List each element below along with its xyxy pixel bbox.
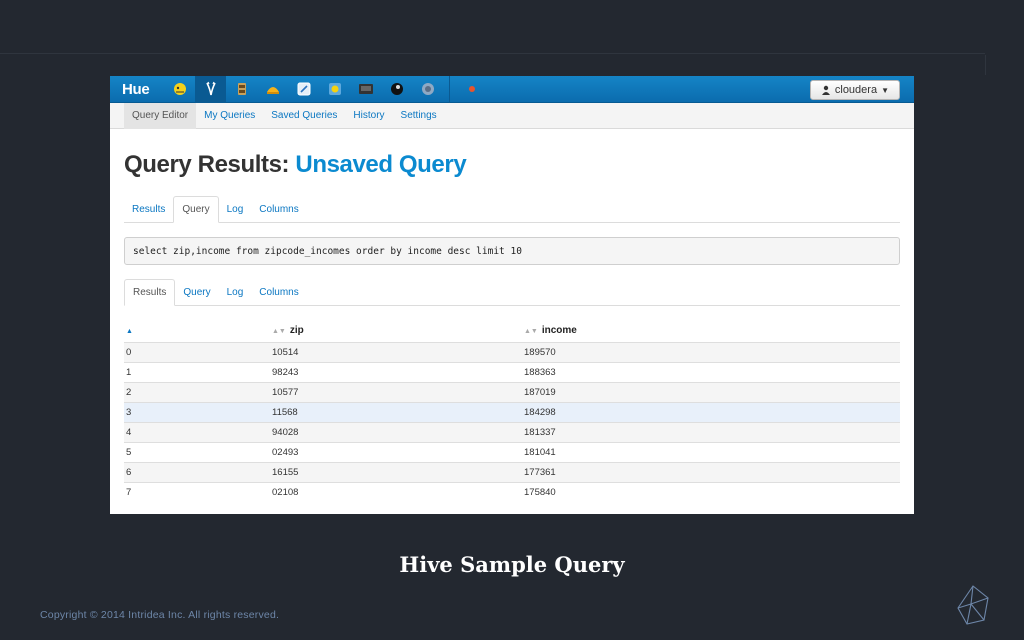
alert-icon[interactable] [456,76,487,103]
cell-income: 181041 [524,441,900,462]
column-header-label: zip [289,325,304,337]
results-table: ▲ ▲▼ zip ▲▼ income 0 10514 189570 1 98243 1883… [124,320,900,502]
subnav-settings[interactable]: Settings [393,103,445,129]
column-header-income[interactable]: ▲▼ income [524,320,900,342]
cell-index: 1 [124,361,272,382]
subnav-my-queries[interactable]: My Queries [196,103,263,129]
cell-zip: 10577 [272,381,524,402]
beeswax-subnav: Query Editor My Queries Saved Queries Hi… [110,102,914,129]
cell-income: 189570 [524,341,900,362]
cell-income: 188363 [524,361,900,382]
cell-income: 175840 [524,481,900,502]
table-row[interactable]: 3 11568 184298 [124,401,900,422]
table-row[interactable]: 7 02108 175840 [124,481,900,502]
table-row[interactable]: 6 16155 177361 [124,461,900,482]
tab-query[interactable]: Query [173,196,219,223]
beeswax-icon[interactable] [164,76,195,103]
table-row[interactable]: 4 94028 181337 [124,421,900,442]
top-navbar: Hue cloudera ▼ [110,76,914,103]
filebrowser-icon[interactable] [350,76,381,103]
cell-index: 3 [124,401,272,422]
table-row[interactable]: 0 10514 189570 [124,341,900,362]
copyright-text: Copyright © 2014 Intridea Inc. All right… [40,609,280,621]
cell-zip: 98243 [272,361,524,382]
intridea-logo-icon [955,584,991,626]
nav-separator [449,76,450,103]
hue-window: Hue cloudera ▼ Query Editor My Queries S… [110,76,914,514]
query-text-box[interactable]: select zip,income from zipcode_incomes o… [124,237,900,265]
cell-index: 4 [124,421,272,442]
cell-index: 6 [124,461,272,482]
cell-zip: 02108 [272,481,524,502]
sort-icon: ▲▼ [524,328,538,336]
subnav-query-editor[interactable]: Query Editor [124,102,197,129]
subnav-history[interactable]: History [345,103,392,129]
cell-index: 2 [124,381,272,402]
column-header-index[interactable]: ▲ [124,320,272,342]
cell-income: 187019 [524,381,900,402]
sort-icon: ▲▼ [272,328,286,336]
result-tab-query[interactable]: Query [175,279,218,305]
impala-icon[interactable] [195,76,226,103]
user-menu-button[interactable]: cloudera ▼ [809,80,900,100]
cell-income: 184298 [524,401,900,422]
top-tabs: Results Query Log Columns [124,196,900,223]
main-content: Query Results: Unsaved Query Results Que… [110,151,914,502]
useradmin-icon[interactable] [412,76,443,103]
cell-index: 7 [124,481,272,502]
hue-brand[interactable]: Hue [110,81,164,98]
oozie-icon[interactable] [319,76,350,103]
slide-caption: Hive Sample Query [399,552,625,577]
result-tabs: Results Query Log Columns [124,279,900,306]
pig-icon[interactable] [226,76,257,103]
tab-columns[interactable]: Columns [251,196,306,222]
result-tab-columns[interactable]: Columns [251,279,306,305]
cell-zip: 94028 [272,421,524,442]
cell-index: 0 [124,341,272,362]
app-icons [164,76,487,103]
jobdesigner-icon[interactable] [288,76,319,103]
cell-zip: 10514 [272,341,524,362]
cell-zip: 02493 [272,441,524,462]
subnav-saved-queries[interactable]: Saved Queries [263,103,345,129]
cell-zip: 16155 [272,461,524,482]
cell-zip: 11568 [272,401,524,422]
hive-icon[interactable] [257,76,288,103]
sort-asc-icon: ▲ [126,328,133,336]
chevron-down-icon: ▼ [881,85,889,95]
cell-income: 177361 [524,461,900,482]
slide-divider [0,53,985,54]
column-header-zip[interactable]: ▲▼ zip [272,320,524,342]
slide-divider-vertical [985,55,986,75]
result-tab-results[interactable]: Results [124,279,176,306]
page-title: Query Results: Unsaved Query [124,151,900,179]
user-icon [821,85,831,95]
column-header-label: income [541,325,577,337]
cell-income: 181337 [524,421,900,442]
table-row[interactable]: 2 10577 187019 [124,381,900,402]
tab-results[interactable]: Results [124,196,173,222]
table-row[interactable]: 5 02493 181041 [124,441,900,462]
cell-index: 5 [124,441,272,462]
user-name: cloudera [834,84,878,96]
table-row[interactable]: 1 98243 188363 [124,361,900,382]
tab-log[interactable]: Log [219,196,252,222]
page-title-prefix: Query Results: [124,151,296,178]
shell-icon[interactable] [381,76,412,103]
result-tab-log[interactable]: Log [219,279,252,305]
query-text: select zip,income from zipcode_incomes o… [133,245,522,257]
table-header-row: ▲ ▲▼ zip ▲▼ income [124,320,900,342]
page-title-query-name: Unsaved Query [295,151,467,178]
